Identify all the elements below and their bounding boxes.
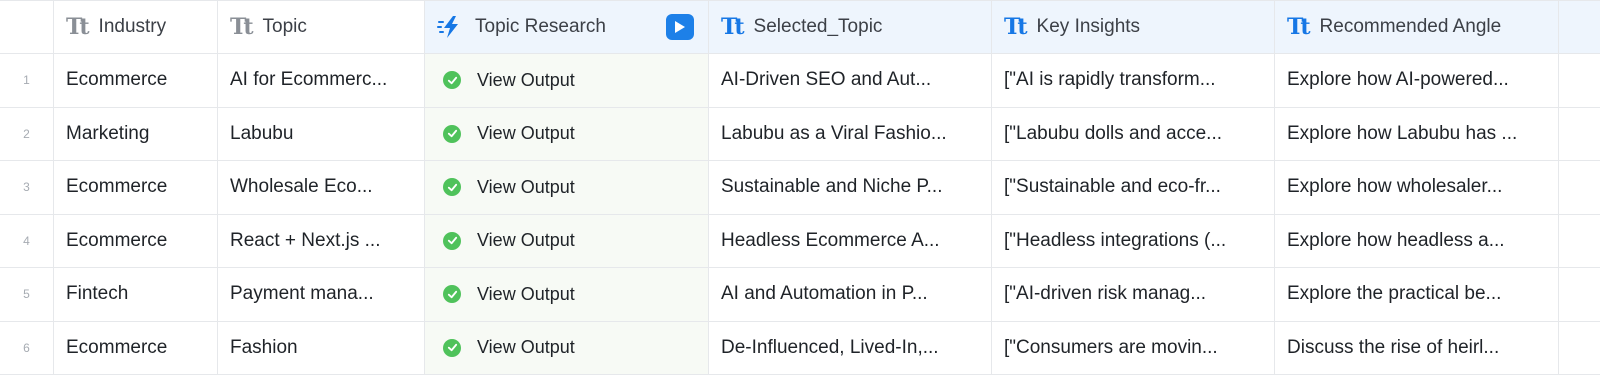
play-icon [675, 21, 685, 33]
column-header-topic-research[interactable]: Topic Research [425, 1, 709, 54]
row-number-header [0, 1, 54, 54]
row-filler [1559, 161, 1600, 215]
column-header-selected-topic[interactable]: Tt Selected_Topic [709, 1, 992, 54]
text-type-icon: Tt [66, 14, 89, 40]
table-cell-industry[interactable]: Marketing [54, 107, 218, 161]
table-cell-topic[interactable]: AI for Ecommerc... [218, 54, 425, 108]
view-output-link[interactable]: View Output [477, 70, 575, 91]
table-cell-recommended-angle[interactable]: Explore the practical be... [1275, 268, 1559, 322]
table-cell-topic[interactable]: Wholesale Eco... [218, 161, 425, 215]
table-cell-industry[interactable]: Ecommerce [54, 321, 218, 375]
table-cell-selected-topic[interactable]: Sustainable and Niche P... [709, 161, 992, 215]
table-cell-selected-topic[interactable]: Headless Ecommerce A... [709, 214, 992, 268]
column-header-key-insights[interactable]: Tt Key Insights [992, 1, 1275, 54]
table-cell-recommended-angle[interactable]: Explore how wholesaler... [1275, 161, 1559, 215]
view-output-cell[interactable]: View Output [425, 161, 709, 215]
check-circle-icon [443, 124, 461, 143]
row-number: 6 [0, 321, 54, 375]
row-number: 4 [0, 214, 54, 268]
row-filler [1559, 214, 1600, 268]
view-output-link[interactable]: View Output [477, 230, 575, 251]
column-header-label: Topic [262, 16, 307, 37]
table-cell-topic[interactable]: Payment mana... [218, 268, 425, 322]
column-header-recommended-angle[interactable]: Tt Recommended Angle [1275, 1, 1559, 54]
view-output-cell[interactable]: View Output [425, 321, 709, 375]
header-filler [1559, 1, 1600, 54]
view-output-cell[interactable]: View Output [425, 268, 709, 322]
row-filler [1559, 107, 1600, 161]
row-filler [1559, 54, 1600, 108]
column-header-label: Industry [98, 16, 167, 37]
view-output-link[interactable]: View Output [477, 284, 575, 305]
table-cell-key-insights[interactable]: ["Headless integrations (... [992, 214, 1275, 268]
table-cell-selected-topic[interactable]: AI-Driven SEO and Aut... [709, 54, 992, 108]
column-header-industry[interactable]: Tt Industry [54, 1, 218, 54]
data-table: Tt Industry Tt Topic Topic Research Tt S… [0, 0, 1600, 375]
view-output-cell[interactable]: View Output [425, 214, 709, 268]
table-cell-selected-topic[interactable]: AI and Automation in P... [709, 268, 992, 322]
column-header-topic[interactable]: Tt Topic [218, 1, 425, 54]
table-cell-recommended-angle[interactable]: Explore how AI-powered... [1275, 54, 1559, 108]
text-type-icon: Tt [230, 14, 253, 40]
view-output-link[interactable]: View Output [477, 337, 575, 358]
text-type-icon: Tt [1004, 14, 1027, 40]
table-cell-selected-topic[interactable]: Labubu as a Viral Fashio... [709, 107, 992, 161]
view-output-link[interactable]: View Output [477, 123, 575, 144]
column-header-label: Topic Research [475, 16, 606, 37]
table-cell-key-insights[interactable]: ["Consumers are movin... [992, 321, 1275, 375]
ai-bolt-icon [437, 16, 458, 38]
table-cell-industry[interactable]: Fintech [54, 268, 218, 322]
table-cell-industry[interactable]: Ecommerce [54, 214, 218, 268]
text-type-icon: Tt [1287, 14, 1310, 40]
table-cell-key-insights[interactable]: ["Labubu dolls and acce... [992, 107, 1275, 161]
row-number: 5 [0, 268, 54, 322]
row-filler [1559, 268, 1600, 322]
table-cell-key-insights[interactable]: ["Sustainable and eco-fr... [992, 161, 1275, 215]
table-cell-key-insights[interactable]: ["AI is rapidly transform... [992, 54, 1275, 108]
row-filler [1559, 321, 1600, 375]
view-output-link[interactable]: View Output [477, 177, 575, 198]
table-cell-topic[interactable]: React + Next.js ... [218, 214, 425, 268]
column-header-label: Recommended Angle [1319, 16, 1502, 37]
row-number: 2 [0, 107, 54, 161]
row-number: 1 [0, 54, 54, 108]
column-header-label: Key Insights [1036, 16, 1141, 37]
table-cell-industry[interactable]: Ecommerce [54, 54, 218, 108]
table-cell-recommended-angle[interactable]: Explore how headless a... [1275, 214, 1559, 268]
check-circle-icon [443, 178, 461, 197]
check-circle-icon [443, 71, 461, 90]
table-cell-recommended-angle[interactable]: Discuss the rise of heirl... [1275, 321, 1559, 375]
view-output-cell[interactable]: View Output [425, 54, 709, 108]
text-type-icon: Tt [721, 14, 744, 40]
run-column-button[interactable] [666, 14, 694, 40]
table-cell-industry[interactable]: Ecommerce [54, 161, 218, 215]
check-circle-icon [443, 285, 461, 304]
table-cell-key-insights[interactable]: ["AI-driven risk manag... [992, 268, 1275, 322]
table-cell-selected-topic[interactable]: De-Influenced, Lived-In,... [709, 321, 992, 375]
table-cell-recommended-angle[interactable]: Explore how Labubu has ... [1275, 107, 1559, 161]
view-output-cell[interactable]: View Output [425, 107, 709, 161]
column-header-label: Selected_Topic [753, 16, 883, 37]
table-cell-topic[interactable]: Fashion [218, 321, 425, 375]
check-circle-icon [443, 338, 461, 357]
check-circle-icon [443, 231, 461, 250]
table-cell-topic[interactable]: Labubu [218, 107, 425, 161]
row-number: 3 [0, 161, 54, 215]
